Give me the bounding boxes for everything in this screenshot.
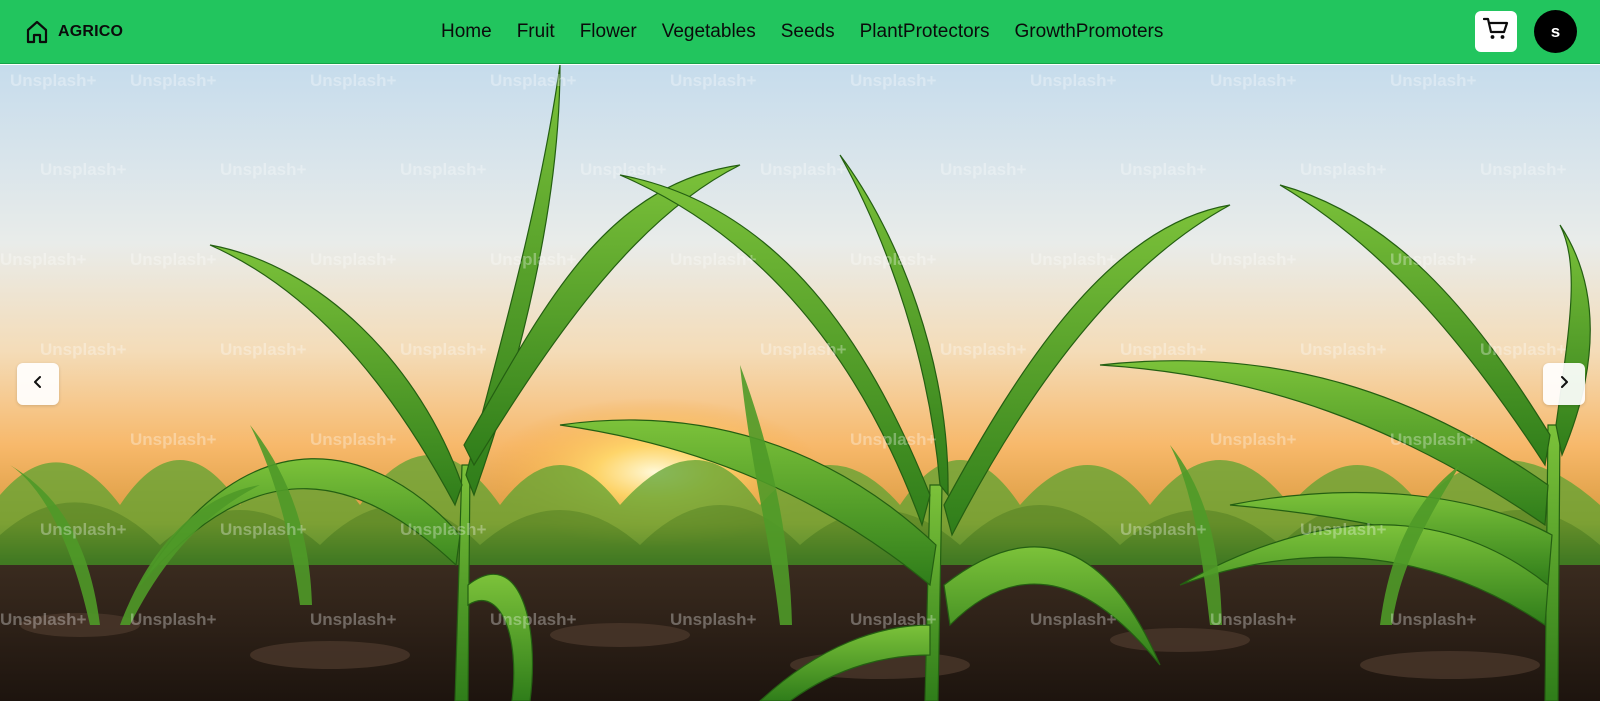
carousel-next-button[interactable]: [1543, 363, 1585, 405]
hero-carousel: Unsplash+ Unsplash+ Unsplash+ Unsplash+ …: [0, 65, 1600, 701]
user-avatar[interactable]: s: [1534, 10, 1577, 53]
nav-link-fruit[interactable]: Fruit: [517, 19, 555, 45]
nav-link-home[interactable]: Home: [441, 19, 492, 45]
cart-button[interactable]: [1475, 11, 1517, 52]
chevron-right-icon: [1558, 375, 1570, 394]
nav-link-seeds[interactable]: Seeds: [781, 19, 835, 45]
hero-image: [0, 65, 1600, 701]
home-icon: [25, 19, 49, 45]
chevron-left-icon: [32, 375, 44, 394]
main-nav: Home Fruit Flower Vegetables Seeds Plant…: [441, 19, 1163, 45]
top-navbar: AGRICO Home Fruit Flower Vegetables Seed…: [0, 0, 1600, 64]
brand-logo-link[interactable]: AGRICO: [25, 18, 123, 46]
avatar-initial: s: [1550, 21, 1561, 41]
cart-icon: [1482, 17, 1509, 46]
brand-name: AGRICO: [58, 23, 124, 40]
nav-link-vegetables[interactable]: Vegetables: [662, 19, 756, 45]
carousel-prev-button[interactable]: [17, 363, 59, 405]
nav-link-plant-protectors[interactable]: PlantProtectors: [860, 19, 990, 45]
nav-link-flower[interactable]: Flower: [580, 19, 637, 45]
nav-link-growth-promoters[interactable]: GrowthPromoters: [1015, 19, 1164, 45]
